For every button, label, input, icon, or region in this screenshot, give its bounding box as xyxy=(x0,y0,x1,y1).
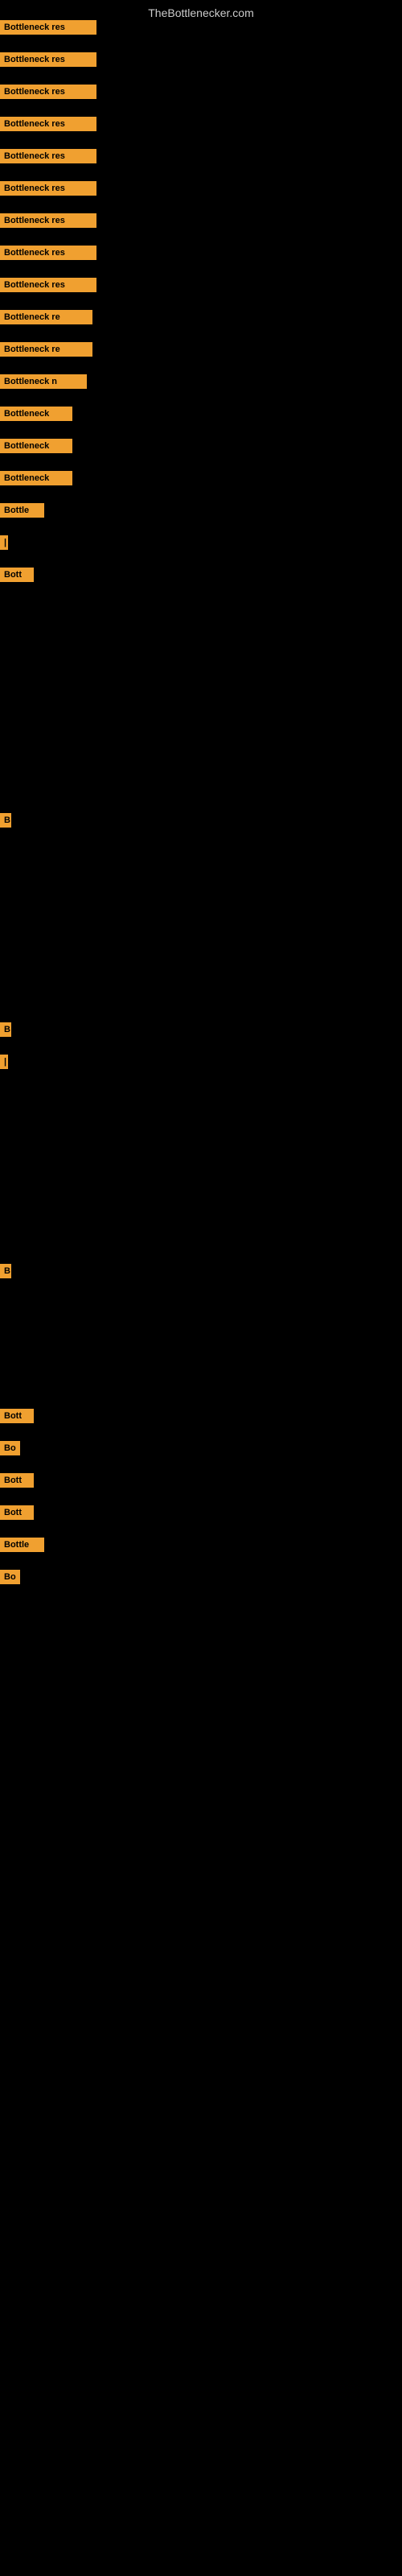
bottleneck-badge-21: B xyxy=(0,1264,11,1278)
bottleneck-badge-18: B xyxy=(0,813,11,828)
bottleneck-badge-15: Bottle xyxy=(0,503,44,518)
bottleneck-badge-27: Bo xyxy=(0,1570,20,1584)
bottleneck-badge-11: Bottleneck n xyxy=(0,374,87,389)
bottleneck-badge-24: Bott xyxy=(0,1473,34,1488)
bottleneck-badge-4: Bottleneck res xyxy=(0,149,96,163)
bottleneck-badge-5: Bottleneck res xyxy=(0,181,96,196)
bottleneck-badge-1: Bottleneck res xyxy=(0,52,96,67)
bottleneck-badge-12: Bottleneck xyxy=(0,407,72,421)
bottleneck-badge-0: Bottleneck res xyxy=(0,20,96,35)
bottleneck-badge-8: Bottleneck res xyxy=(0,278,96,292)
bottleneck-badge-23: Bo xyxy=(0,1441,20,1455)
bottleneck-badge-20: | xyxy=(0,1055,8,1069)
bottleneck-badge-16: | xyxy=(0,535,8,550)
bottleneck-badge-3: Bottleneck res xyxy=(0,117,96,131)
bottleneck-badge-17: Bott xyxy=(0,568,34,582)
bottleneck-badge-14: Bottleneck xyxy=(0,471,72,485)
bottleneck-badge-6: Bottleneck res xyxy=(0,213,96,228)
bottleneck-badge-13: Bottleneck xyxy=(0,439,72,453)
bottleneck-badge-19: B xyxy=(0,1022,11,1037)
bottleneck-badge-25: Bott xyxy=(0,1505,34,1520)
bottleneck-badge-9: Bottleneck re xyxy=(0,310,92,324)
bottleneck-badge-7: Bottleneck res xyxy=(0,246,96,260)
bottleneck-badge-26: Bottle xyxy=(0,1538,44,1552)
bottleneck-badge-22: Bott xyxy=(0,1409,34,1423)
bottleneck-badge-10: Bottleneck re xyxy=(0,342,92,357)
bottleneck-badge-2: Bottleneck res xyxy=(0,85,96,99)
